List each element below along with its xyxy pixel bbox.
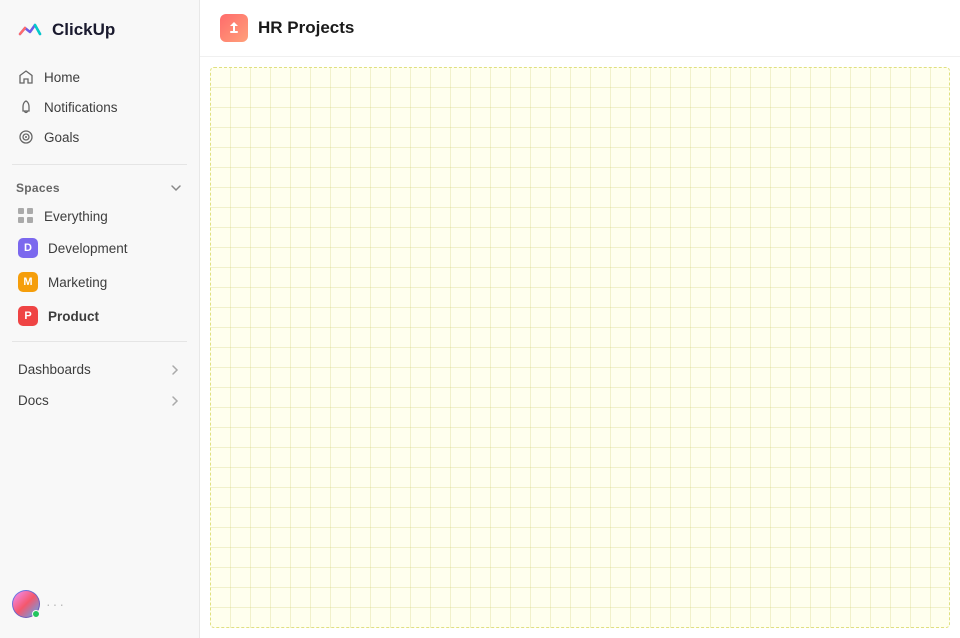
sidebar-footer[interactable]: ···: [0, 580, 199, 628]
main-content: HR Projects: [200, 0, 960, 638]
divider-2: [12, 341, 187, 342]
sidebar-item-home[interactable]: Home: [8, 62, 191, 92]
app-name: ClickUp: [52, 20, 115, 40]
docs-label: Docs: [18, 393, 49, 408]
goals-label: Goals: [44, 130, 79, 145]
chevron-right-icon: [169, 364, 181, 376]
clickup-logo-icon: [16, 16, 44, 44]
online-status-dot: [32, 610, 40, 618]
target-icon: [18, 129, 34, 145]
home-icon: [18, 69, 34, 85]
chevron-down-icon: [169, 181, 183, 195]
logo[interactable]: ClickUp: [0, 0, 199, 58]
product-label: Product: [48, 309, 99, 324]
dashboards-label: Dashboards: [18, 362, 91, 377]
development-badge: D: [18, 238, 38, 258]
grid-icon: [18, 208, 34, 224]
main-header: HR Projects: [200, 0, 960, 57]
dashboards-left: Dashboards: [18, 362, 91, 377]
chevron-right-icon-docs: [169, 395, 181, 407]
marketing-label: Marketing: [48, 275, 107, 290]
notifications-label: Notifications: [44, 100, 118, 115]
sidebar-item-development[interactable]: D Development: [8, 231, 191, 265]
footer-ellipsis: ···: [46, 596, 66, 612]
sidebar-navigation: Home Notifications Goals: [0, 58, 199, 156]
bell-icon: [18, 99, 34, 115]
sidebar-item-marketing[interactable]: M Marketing: [8, 265, 191, 299]
development-label: Development: [48, 241, 128, 256]
docs-left: Docs: [18, 393, 49, 408]
sidebar-item-dashboards[interactable]: Dashboards: [8, 354, 191, 385]
spaces-label: Spaces: [16, 181, 60, 195]
sidebar-item-goals[interactable]: Goals: [8, 122, 191, 152]
divider-1: [12, 164, 187, 165]
spaces-header[interactable]: Spaces: [0, 173, 199, 201]
marketing-badge: M: [18, 272, 38, 292]
user-avatar-wrapper: [12, 590, 40, 618]
sidebar-item-notifications[interactable]: Notifications: [8, 92, 191, 122]
product-badge: P: [18, 306, 38, 326]
sidebar-item-docs[interactable]: Docs: [8, 385, 191, 416]
sidebar-sections: Dashboards Docs: [8, 354, 191, 416]
sidebar-item-product[interactable]: P Product: [8, 299, 191, 333]
sidebar-item-everything[interactable]: Everything: [8, 201, 191, 231]
content-area: [210, 67, 950, 628]
hr-projects-icon: [220, 14, 248, 42]
sidebar: ClickUp Home Notifications: [0, 0, 200, 638]
home-label: Home: [44, 70, 80, 85]
page-title: HR Projects: [258, 18, 354, 38]
everything-label: Everything: [44, 209, 108, 224]
